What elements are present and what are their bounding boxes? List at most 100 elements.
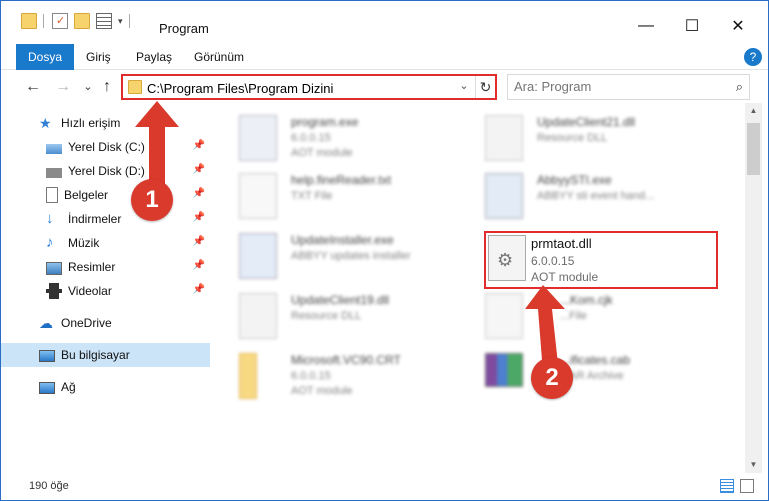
sidebar-item-music[interactable]: ♪ Müzik 📌 [1,231,210,255]
maximize-button[interactable]: ☐ [669,11,715,41]
file-icon [485,293,523,339]
file-list: program.exe 6.0.0.15 AOT module UpdateCl… [217,109,745,471]
sidebar-item-label: Müzik [68,236,100,250]
star-icon: ★ [39,115,52,131]
pin-icon[interactable]: 📌 [193,164,205,175]
folder-icon [239,353,257,399]
minimize-button[interactable]: — [623,11,669,41]
pin-icon[interactable]: 📌 [193,188,205,199]
sidebar-item-downloads[interactable]: ↓ İndirmeler 📌 [1,207,210,231]
sidebar-item-this-pc[interactable]: Bu bilgisayar [1,343,210,367]
sidebar-item-label: Bu bilgisayar [61,348,130,362]
search-icon[interactable]: ⌕ [736,79,743,95]
pin-icon[interactable]: 📌 [193,140,205,151]
file-name: UpdateClient21.dll [537,115,636,129]
documents-icon [46,187,58,203]
sidebar-item-network[interactable]: Ağ [1,375,210,399]
computer-icon [39,349,55,362]
folder-icon [21,13,37,29]
ribbon-tabs: Dosya Giriş Paylaş Görünüm ? [1,44,768,70]
file-name: prmtaot.dll [531,236,592,251]
status-bar: 190 öğe [1,473,768,500]
music-icon: ♪ [46,234,54,251]
pin-icon[interactable]: 📌 [193,212,205,223]
file-description: Resource DLL [291,310,362,322]
properties-icon[interactable]: ✓ [52,13,68,29]
up-button[interactable]: ↑ [97,77,117,97]
list-item[interactable]: Microsoft.VC90.CRT 6.0.0.15 AOT module [239,349,479,405]
scroll-up-icon[interactable]: ▲ [745,103,762,119]
videos-icon [46,283,62,299]
pin-icon[interactable]: 📌 [193,260,205,271]
scroll-down-icon[interactable]: ▼ [745,457,762,473]
drive-icon [46,143,62,154]
search-input[interactable] [514,79,714,94]
annotation-badge-2: 2 [531,357,573,399]
exe-icon [239,115,277,161]
file-version: 6.0.0.15 [291,370,331,382]
back-button[interactable]: ← [23,77,43,97]
sidebar-item-label: Videolar [68,284,112,298]
file-name: UpdateInstaller.exe [291,233,394,247]
sidebar-item-onedrive[interactable]: ☁ OneDrive [1,311,210,335]
archive-icon [485,353,523,387]
explorer-window: ✓ ▾ Program — ☐ ✕ Dosya Giriş Paylaş Gör… [0,0,769,501]
annotation-badge-1: 1 [131,179,173,221]
address-dropdown-icon[interactable]: ⌄ [456,79,472,95]
sidebar-item-label: Ağ [61,380,76,394]
list-item[interactable]: UpdateClient21.dll Resource DLL [485,111,725,167]
list-item[interactable]: UpdateInstaller.exe ABBYY updates instal… [239,229,479,285]
sidebar-item-label: Belgeler [64,188,109,202]
highlighted-file[interactable]: ⚙ prmtaot.dll 6.0.0.15 AOT module [484,231,718,289]
forward-button[interactable]: → [53,77,73,97]
vertical-scrollbar[interactable]: ▲ ▼ [745,103,762,473]
sidebar-item-label: İndirmeler [68,212,122,226]
sidebar-item-videos[interactable]: Videolar 📌 [1,279,210,303]
tab-dosya[interactable]: Dosya [16,44,75,70]
refresh-button[interactable]: ↻ [475,76,495,98]
address-path[interactable]: C:\Program Files\Program Dizini [147,81,333,96]
tab-giris[interactable]: Giriş [74,44,123,70]
sidebar-item-label: Resimler [68,260,116,274]
tab-gorunum[interactable]: Görünüm [182,44,256,70]
help-icon[interactable]: ? [744,48,762,66]
file-description: AOT module [531,270,599,284]
file-name: program.exe [291,115,359,129]
downloads-icon: ↓ [46,210,54,227]
exe-icon [485,173,523,219]
quick-access-toolbar: ✓ ▾ [21,11,130,31]
sidebar-item-pictures[interactable]: Resimler 📌 [1,255,210,279]
scroll-thumb[interactable] [747,123,760,175]
dll-icon [485,115,523,161]
details-view-icon[interactable] [720,479,734,493]
pin-icon[interactable]: 📌 [193,284,205,295]
pictures-icon [46,261,62,275]
recent-locations-button[interactable]: ⌄ [78,77,98,97]
file-version: 6.0.0.15 [291,132,331,144]
file-name: Microsoft.VC90.CRT [291,353,401,367]
list-item[interactable]: help.fineReader.txt TXT File [239,169,479,225]
search-box[interactable]: ⌕ [507,74,750,100]
file-description: ABBYY updates installer [291,250,411,262]
dll-icon [239,293,277,339]
address-bar[interactable]: C:\Program Files\Program Dizini ⌄ ↻ [121,74,497,100]
file-description: ABBYY sti event hand... [537,190,655,202]
txt-icon [239,173,277,219]
dll-gear-icon: ⚙ [488,235,526,281]
customize-toolbar-icon[interactable]: ▾ [118,16,123,27]
file-version: 6.0.0.15 [531,254,575,268]
view-icon[interactable] [96,13,112,29]
file-name: AbbyySTI.exe [537,173,612,187]
large-icons-view-icon[interactable] [740,479,754,493]
list-item[interactable]: UpdateClient19.dll Resource DLL [239,289,479,345]
file-description: TXT File [291,190,333,202]
close-button[interactable]: ✕ [715,11,761,41]
list-item[interactable]: program.exe 6.0.0.15 AOT module [239,111,479,167]
file-description: Resource DLL [537,132,608,144]
list-item[interactable]: AbbyySTI.exe ABBYY sti event hand... [485,169,725,225]
new-folder-icon[interactable] [74,13,90,29]
window-title: Program [159,21,209,36]
tab-paylas[interactable]: Paylaş [124,44,184,70]
pin-icon[interactable]: 📌 [193,236,205,247]
file-description: AOT module [291,147,353,159]
